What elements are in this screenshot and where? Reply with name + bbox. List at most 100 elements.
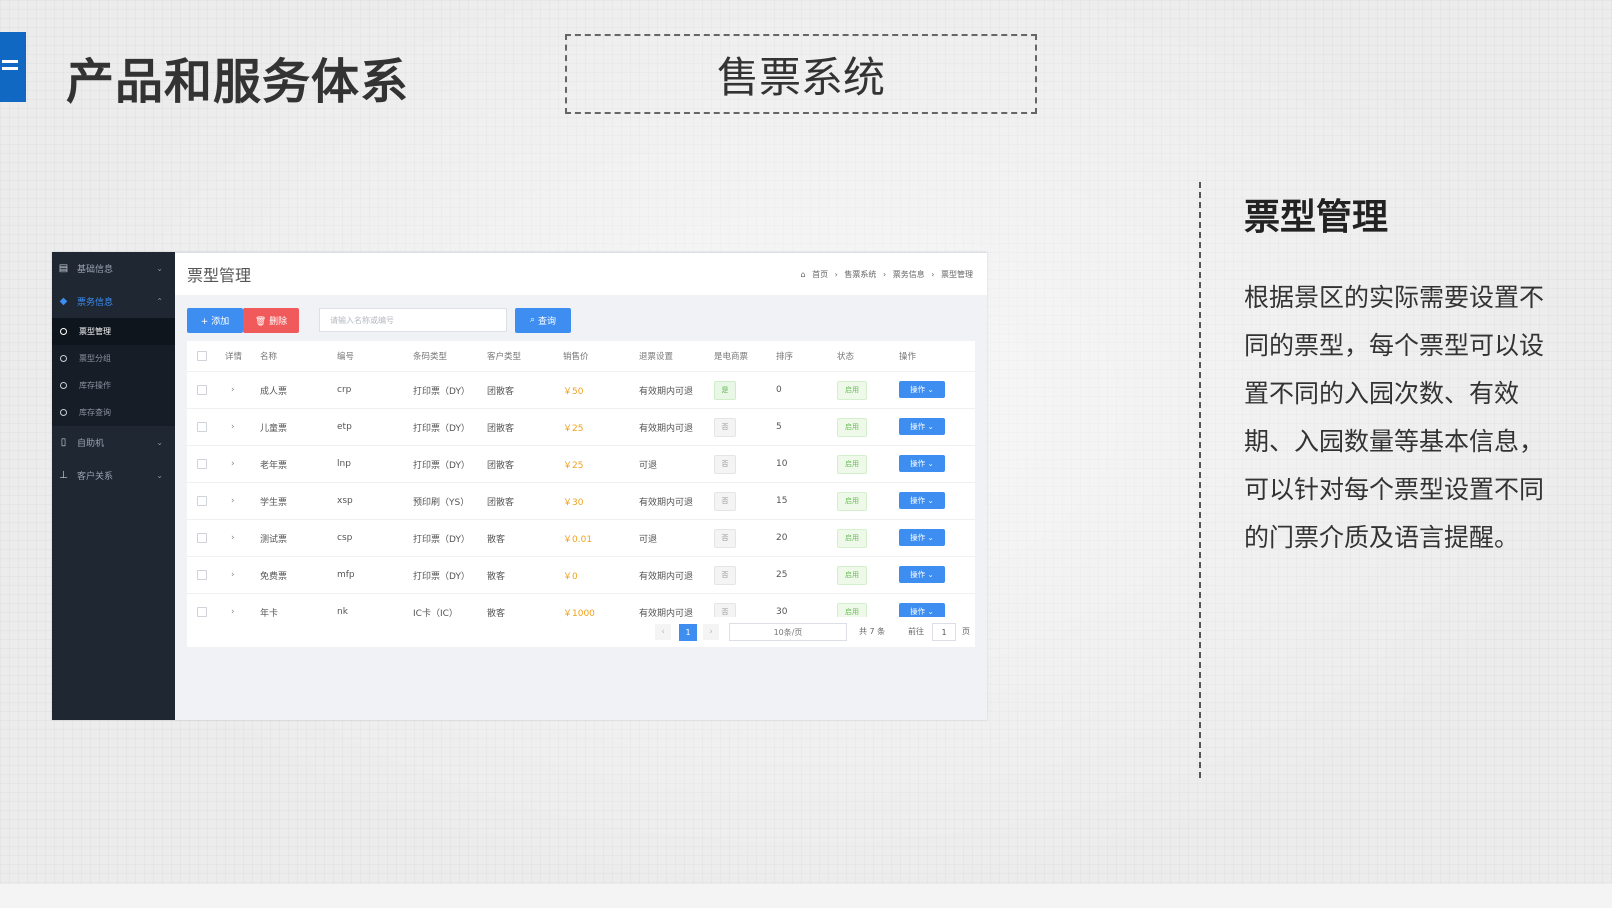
sale-price: ￥25: [563, 460, 584, 471]
action-label: 操作: [910, 607, 926, 616]
sidebar-subitem-ticket-group[interactable]: 票型分组: [52, 345, 175, 372]
row-checkbox[interactable]: [197, 533, 207, 543]
add-button[interactable]: + 添加: [187, 307, 243, 333]
accent-bar: [0, 32, 26, 102]
chevron-down-icon: ⌄: [925, 533, 934, 542]
column-header: 条码类型: [413, 352, 448, 362]
action-label: 操作: [910, 422, 926, 431]
ecommerce-badge: 否: [714, 529, 736, 548]
row-checkbox[interactable]: [197, 422, 207, 432]
ticket-name: 测试票: [260, 534, 288, 545]
column-header: 名称: [260, 352, 278, 362]
chevron-right-icon[interactable]: ›: [231, 533, 235, 543]
page-current[interactable]: 1: [679, 624, 697, 641]
ticket-code: csp: [337, 533, 353, 543]
sidebar-item-kiosk[interactable]: ▯ 自助机 ⌄: [52, 426, 175, 459]
sidebar: ▤ 基础信息 ⌄ ◆ 票务信息 ⌃ 票型管理 票型分组 库存操作 库存查询 ▯ …: [52, 252, 175, 720]
chevron-right-icon[interactable]: ›: [231, 459, 235, 469]
ecommerce-badge: 否: [714, 418, 736, 437]
ticket-name: 免费票: [260, 571, 288, 582]
sidebar-subitem-stock-query[interactable]: 库存查询: [52, 399, 175, 426]
status-badge: 启用: [837, 418, 867, 437]
sidebar-subitem-ticket-type[interactable]: 票型管理: [52, 318, 175, 345]
action-button[interactable]: 操作 ⌄: [899, 529, 945, 546]
ecommerce-badge: 否: [714, 455, 736, 474]
goto-page-input[interactable]: 1: [932, 623, 956, 641]
query-label: 查询: [538, 316, 557, 327]
action-label: 操作: [910, 496, 926, 505]
select-all-checkbox[interactable]: [197, 351, 207, 361]
toolbar: + 添加 🗑 删除 请输入名称或编号 ⌕ 查询: [187, 307, 571, 333]
page-header: 票型管理 ⌂ 首页 › 售票系统 › 票务信息 › 票型管理: [175, 252, 987, 295]
page-title: 票型管理: [187, 266, 252, 285]
ecommerce-badge: 否: [714, 492, 736, 511]
sale-price: ￥30: [563, 497, 584, 508]
action-button[interactable]: 操作 ⌄: [899, 381, 945, 398]
sidebar-subitem-label: 票型管理: [79, 327, 111, 336]
chevron-right-icon[interactable]: ›: [231, 385, 235, 395]
search-input[interactable]: 请输入名称或编号: [319, 308, 507, 332]
ticket-code: xsp: [337, 496, 353, 506]
chevron-right-icon[interactable]: ›: [703, 624, 719, 640]
chevron-down-icon: ⌄: [925, 459, 934, 468]
breadcrumb-item[interactable]: 售票系统: [844, 270, 876, 279]
chevron-right-icon[interactable]: ›: [231, 496, 235, 506]
column-header: 销售价: [563, 352, 589, 362]
sidebar-item-customer[interactable]: ⊥ 客户关系 ⌄: [52, 459, 175, 492]
sale-price: ￥25: [563, 423, 584, 434]
action-label: 操作: [910, 533, 926, 542]
row-checkbox[interactable]: [197, 459, 207, 469]
action-button[interactable]: 操作 ⌄: [899, 455, 945, 472]
customer-type: 团散客: [487, 497, 515, 508]
sidebar-item-label: 票务信息: [77, 298, 114, 308]
column-header: 编号: [337, 352, 355, 362]
row-checkbox[interactable]: [197, 607, 207, 617]
column-header: 退票设置: [639, 352, 674, 362]
row-checkbox[interactable]: [197, 496, 207, 506]
table-row: › 老年票 lnp 打印票（DY） 团散客 ￥25 可退 否 10 启用 操作 ⌄: [187, 446, 975, 483]
status-badge: 启用: [837, 455, 867, 474]
breadcrumb-item[interactable]: 票务信息: [893, 270, 925, 279]
sidebar-subitem-label: 库存查询: [79, 408, 111, 417]
page-size-select[interactable]: 10条/页: [729, 623, 847, 641]
sidebar-item-label: 基础信息: [77, 265, 114, 275]
action-button[interactable]: 操作 ⌄: [899, 566, 945, 583]
delete-button[interactable]: 🗑 删除: [243, 307, 299, 333]
breadcrumb: ⌂ 首页 › 售票系统 › 票务信息 › 票型管理: [798, 269, 975, 280]
status-badge: 启用: [837, 492, 867, 511]
breadcrumb-item[interactable]: 首页: [812, 270, 828, 279]
sidebar-subitem-stock-op[interactable]: 库存操作: [52, 372, 175, 399]
row-checkbox[interactable]: [197, 570, 207, 580]
chevron-right-icon[interactable]: ›: [231, 570, 235, 580]
sidebar-item-ticket-info[interactable]: ◆ 票务信息 ⌃: [52, 285, 175, 318]
ticket-code: lnp: [337, 459, 351, 469]
ticket-name: 学生票: [260, 497, 288, 508]
action-button[interactable]: 操作 ⌄: [899, 492, 945, 509]
slide-title: 产品和服务体系: [66, 54, 410, 110]
refund-setting: 有效期内可退: [639, 386, 694, 397]
chevron-right-icon[interactable]: ›: [231, 422, 235, 432]
ticket-name: 老年票: [260, 460, 288, 471]
table-row: › 学生票 xsp 预印刷（YS） 团散客 ￥30 有效期内可退 否 15 启用 操作 ⌄: [187, 483, 975, 520]
sidebar-item-basic-info[interactable]: ▤ 基础信息 ⌄: [52, 252, 175, 285]
query-button[interactable]: ⌕ 查询: [515, 307, 571, 333]
action-button[interactable]: 操作 ⌄: [899, 418, 945, 435]
main-area: 票型管理 ⌂ 首页 › 售票系统 › 票务信息 › 票型管理 + 添加 🗑 删除…: [175, 252, 987, 720]
goto-label: 前往: [908, 627, 924, 636]
refund-setting: 可退: [639, 460, 658, 471]
refund-setting: 有效期内可退: [639, 571, 694, 582]
chevron-down-icon: ⌄: [156, 438, 163, 447]
chevron-down-icon: ⌄: [925, 570, 934, 579]
barcode-type: 打印票（DY）: [413, 460, 470, 471]
sale-price: ￥0: [563, 571, 578, 582]
chevron-left-icon[interactable]: ‹: [655, 624, 671, 640]
sort-order: 25: [776, 570, 788, 580]
sort-order: 30: [776, 607, 788, 617]
customer-type: 团散客: [487, 423, 515, 434]
ticket-code: nk: [337, 607, 348, 617]
chevron-right-icon[interactable]: ›: [231, 607, 235, 617]
row-checkbox[interactable]: [197, 385, 207, 395]
action-label: 操作: [910, 459, 926, 468]
table-header-row: 详情 名称 编号 条码类型 客户类型 销售价 退票设置 是电商票 排序 状态 操…: [187, 341, 975, 372]
ticket-name: 儿童票: [260, 423, 288, 434]
